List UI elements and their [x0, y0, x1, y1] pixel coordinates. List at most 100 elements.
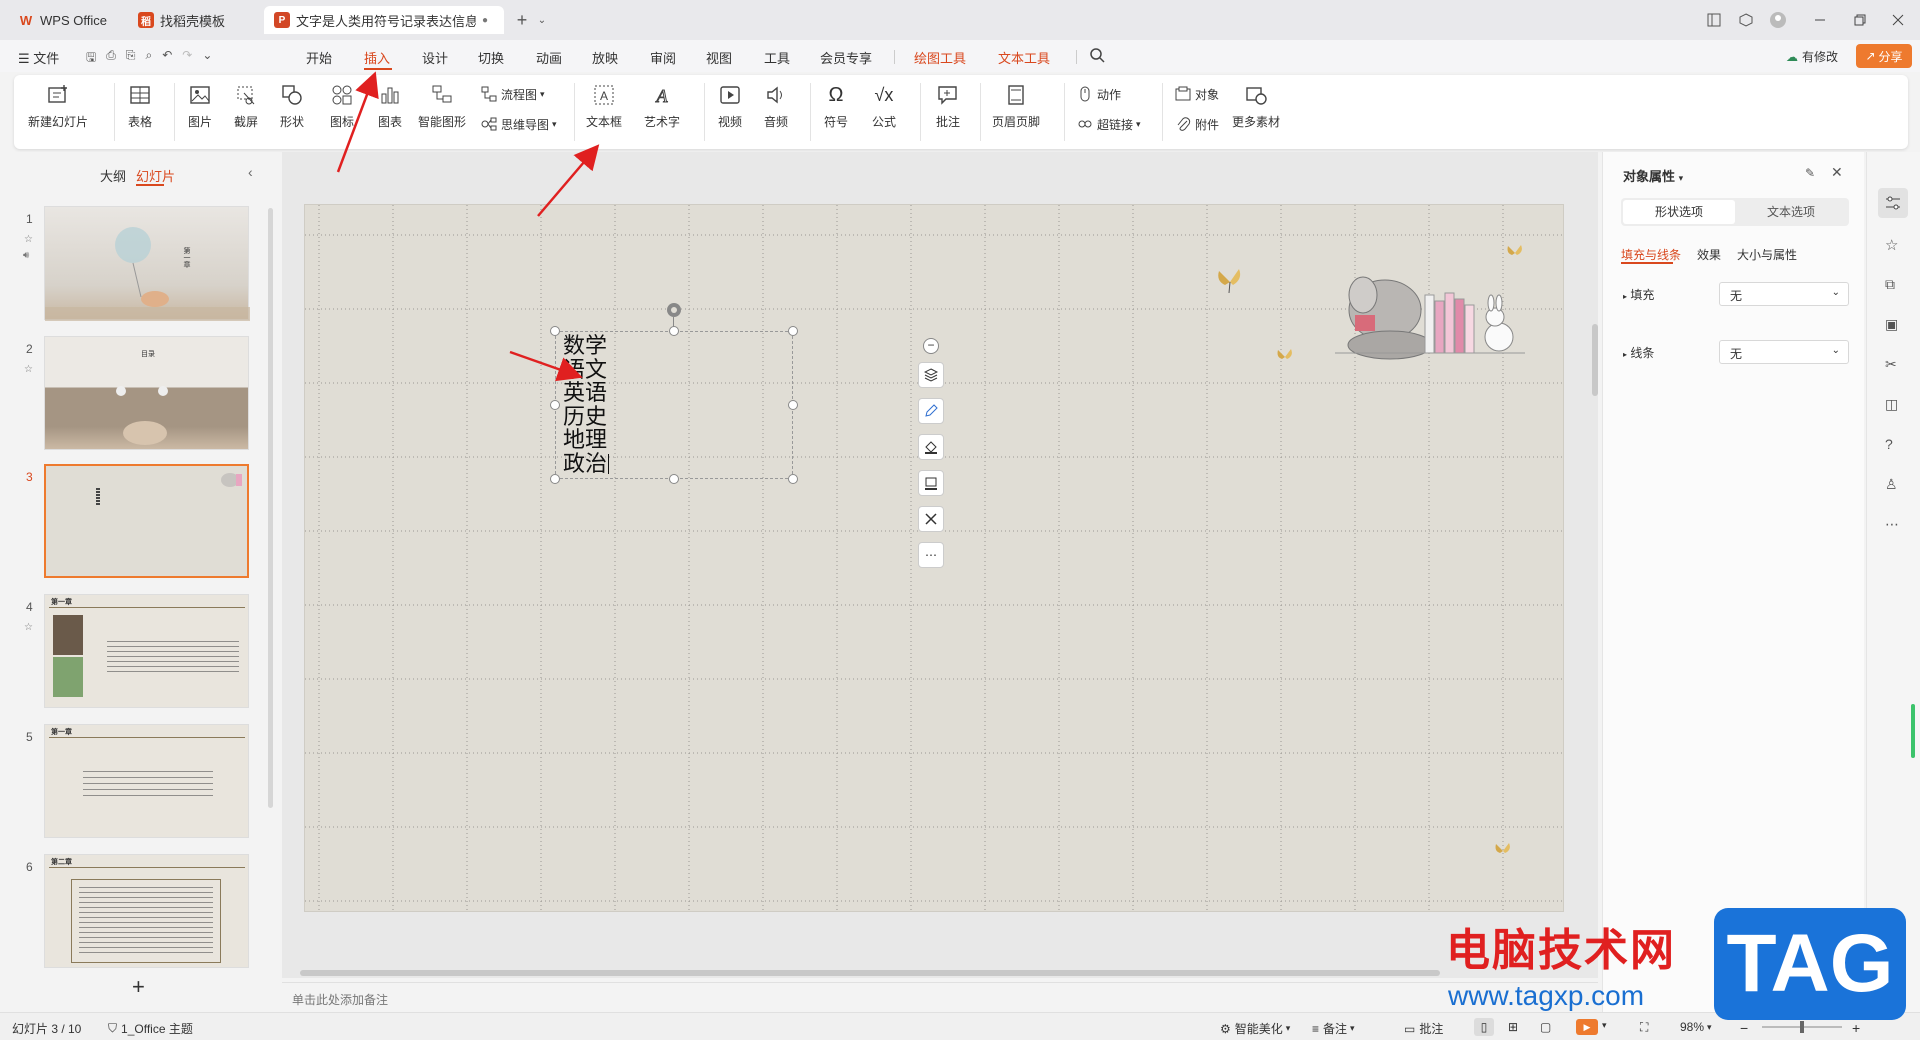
picture-edit-icon[interactable]: ▣ [1885, 316, 1898, 333]
textbox-button[interactable]: A 文本框 [586, 81, 622, 130]
normal-view-icon[interactable]: ▯ [1474, 1018, 1494, 1036]
search-icon[interactable] [1090, 48, 1105, 63]
menu-drawing-tools[interactable]: 绘图工具 [914, 48, 966, 67]
pin-icon[interactable]: ✎ [1805, 166, 1815, 180]
chart-button[interactable]: 图表 [376, 81, 404, 130]
action-button[interactable]: 动作 [1076, 85, 1121, 103]
slide-thumbnail-5[interactable]: 第一章 [44, 724, 249, 838]
layout-icon[interactable] [1704, 10, 1724, 30]
add-slide-button[interactable]: + [132, 974, 145, 1000]
notes-pane[interactable]: 单击此处添加备注 [282, 982, 1598, 1012]
resize-handle[interactable] [669, 474, 679, 484]
notes-toggle-button[interactable]: ≡ 备注 ▾ [1312, 1020, 1355, 1037]
menu-transition[interactable]: 切换 [478, 48, 504, 67]
print-icon[interactable]: ⎘ [126, 48, 136, 69]
collapse-toolbar-icon[interactable]: − [923, 338, 939, 354]
export-icon[interactable]: ⎙ [106, 48, 116, 69]
undo-icon[interactable]: ↶ [162, 48, 172, 69]
menu-insert[interactable]: 插入 [364, 48, 390, 67]
properties-icon[interactable] [1878, 188, 1908, 218]
speaker-icon[interactable]: 🔊︎ [23, 250, 29, 261]
hyperlink-button[interactable]: 超链接 ▾ [1076, 115, 1141, 133]
icon-button[interactable]: 图标 [328, 81, 356, 130]
subtab-fill-line[interactable]: 填充与线条 [1621, 246, 1681, 263]
zoom-in-icon[interactable]: + [1852, 1020, 1860, 1036]
copy-icon[interactable]: ⧉ [1885, 276, 1895, 293]
zoom-out-icon[interactable]: − [1740, 1020, 1748, 1036]
shape-button[interactable]: 形状 [278, 81, 306, 130]
minimize-button[interactable] [1810, 10, 1830, 30]
shirt-icon[interactable]: ♙ [1885, 476, 1898, 493]
outline-icon[interactable] [918, 470, 944, 496]
restore-button[interactable] [1850, 10, 1870, 30]
close-panel-icon[interactable]: ✕ [1831, 164, 1843, 181]
panel-title[interactable]: 对象属性 ▾ [1623, 166, 1683, 185]
play-slideshow-icon[interactable]: ▶ [1576, 1019, 1598, 1035]
smart-art-button[interactable]: 智能图形 [418, 81, 466, 130]
menu-member[interactable]: 会员专享 [820, 48, 872, 67]
menu-review[interactable]: 审阅 [650, 48, 676, 67]
resize-handle[interactable] [669, 326, 679, 336]
header-footer-button[interactable]: 页眉页脚 [992, 81, 1040, 130]
attachment-button[interactable]: 附件 [1174, 115, 1219, 133]
fit-window-icon[interactable]: ⛶ [1640, 1020, 1648, 1035]
subtab-size-properties[interactable]: 大小与属性 [1737, 246, 1797, 263]
rotate-handle-icon[interactable] [665, 301, 683, 319]
redo-icon[interactable]: ↷ [182, 48, 192, 69]
star-icon[interactable]: ☆ [24, 234, 33, 245]
comment-button[interactable]: 批注 [934, 81, 962, 130]
avatar[interactable] [1768, 10, 1788, 30]
resize-handle[interactable] [788, 326, 798, 336]
slide-thumbnail-4[interactable]: 第一章 [44, 594, 249, 708]
picture-button[interactable]: 图片 [186, 81, 214, 130]
symbol-button[interactable]: Ω 符号 [822, 81, 850, 130]
menu-design[interactable]: 设计 [422, 48, 448, 67]
menu-text-tools[interactable]: 文本工具 [998, 48, 1050, 67]
tab-shape-options[interactable]: 形状选项 [1623, 200, 1735, 224]
chevron-down-icon[interactable]: ▾ [1602, 1020, 1607, 1031]
has-changes-status[interactable]: ☁ 有修改 [1786, 48, 1838, 65]
layers-icon[interactable] [918, 362, 944, 388]
screenshot-button[interactable]: 截屏 [232, 81, 260, 130]
book-icon[interactable]: ◫ [1885, 396, 1898, 413]
smart-beautify-button[interactable]: ⚙ 智能美化 ▾ [1220, 1020, 1290, 1037]
theme-indicator[interactable]: ⛉ 1_Office 主题 [108, 1020, 193, 1037]
star-icon[interactable]: ☆ [24, 622, 33, 633]
more-material-button[interactable]: 更多素材 [1232, 81, 1280, 130]
tab-outline[interactable]: 大纲 [100, 166, 126, 185]
textbox-content[interactable]: 数学 语文 英语 历史 地理 政治 [563, 335, 610, 476]
flowchart-button[interactable]: 流程图 ▾ [480, 85, 545, 103]
unsaved-dot-icon[interactable]: ● [482, 15, 488, 26]
vertical-scrollbar[interactable] [1592, 324, 1598, 396]
audio-button[interactable]: 音频 [762, 81, 790, 130]
tab-wps-office[interactable]: W WPS Office [8, 6, 122, 34]
resize-handle[interactable] [550, 326, 560, 336]
formula-button[interactable]: √x 公式 [870, 81, 898, 130]
menu-slideshow[interactable]: 放映 [592, 48, 618, 67]
tab-docer[interactable]: 稻 找稻壳模板 [128, 6, 260, 34]
menu-view[interactable]: 视图 [706, 48, 732, 67]
comments-toggle-button[interactable]: ▭ 批注 [1404, 1020, 1443, 1037]
new-slide-button[interactable]: 新建幻灯片 [28, 81, 88, 130]
reading-view-icon[interactable]: ▢ [1540, 1020, 1551, 1034]
collapse-panel-icon[interactable]: ‹ [248, 164, 253, 180]
mindmap-button[interactable]: 思维导图 ▾ [480, 115, 557, 133]
chevron-down-icon[interactable]: ⌄ [532, 10, 552, 30]
wordart-button[interactable]: A 艺术字 [644, 81, 680, 130]
menu-animation[interactable]: 动画 [536, 48, 562, 67]
fill-section-toggle[interactable]: ▸ 填充 [1623, 286, 1654, 303]
resize-handle[interactable] [550, 400, 560, 410]
pen-icon[interactable] [918, 398, 944, 424]
zoom-level[interactable]: 98% ▾ [1680, 1020, 1712, 1034]
print-preview-icon[interactable]: ⌕ [145, 48, 152, 69]
table-button[interactable]: 表格 [126, 81, 154, 130]
object-button[interactable]: 对象 [1174, 85, 1219, 103]
line-select[interactable]: 无 ⌄ [1719, 340, 1849, 364]
tools-icon[interactable]: ✂ [1885, 356, 1897, 373]
tab-text-options[interactable]: 文本选项 [1735, 200, 1847, 224]
file-menu[interactable]: ☰ 文件 [18, 48, 59, 67]
menu-home[interactable]: 开始 [306, 48, 332, 67]
more-options-icon[interactable]: ⋯ [918, 542, 944, 568]
tab-document[interactable]: P 文字是人类用符号记录表达信息以 ● [264, 6, 504, 34]
slide-sorter-icon[interactable]: ⊞ [1508, 1020, 1518, 1034]
